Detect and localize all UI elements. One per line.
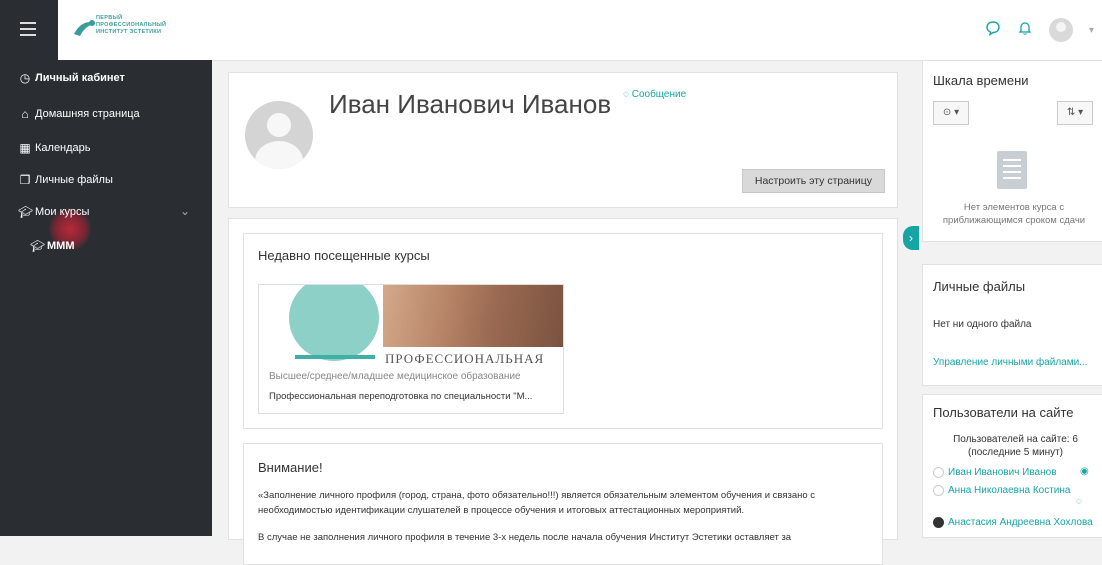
navbar-icons: ▾ (985, 18, 1094, 42)
sidebar-item-home[interactable]: ⌂ Домашняя страница (18, 104, 140, 124)
logo-line-3: ИНСТИТУТ ЭСТЕТИКИ (96, 29, 162, 35)
online-user-name: Иван Иванович Иванов (948, 467, 1057, 478)
bell-icon[interactable] (1017, 20, 1033, 41)
profile-name: Иван Иванович Иванов (329, 89, 612, 119)
attention-paragraph: В случае не заполнения личного профиля в… (258, 532, 792, 543)
timeline-sort-button[interactable]: ⇅ ▾ (1057, 101, 1093, 125)
course-category: Высшее/среднее/младшее медицинское образ… (269, 371, 521, 382)
sidebar-item-label: Личные файлы (35, 174, 113, 186)
no-files-text: Нет ни одного файла (933, 319, 1032, 330)
timeline-empty-text: Нет элементов курса с приближающимся сро… (942, 202, 1086, 226)
graduation-cap-icon: 🎓︎ (18, 205, 34, 219)
chat-icon[interactable]: ◌ (1076, 496, 1082, 507)
user-avatar (933, 467, 944, 478)
block-title: Шкала времени (933, 73, 1029, 88)
sidebar-item-label: Календарь (35, 142, 91, 154)
online-user-name: Анастасия Андреевна Хохлова (948, 517, 1093, 528)
online-user-name: Анна Николаевна Костина (948, 485, 1071, 496)
user-avatar (933, 485, 944, 496)
sidebar-item-dashboard[interactable]: ◷ Личный кабинет (18, 68, 125, 88)
sidebar-item-label: Личный кабинет (35, 72, 125, 84)
sidebar-item-calendar[interactable]: ▦ Календарь (18, 138, 91, 158)
sidebar-nav: ◷ Личный кабинет ⌂ Домашняя страница ▦ К… (0, 60, 212, 536)
online-user[interactable]: Иван Иванович Иванов (933, 467, 1057, 478)
customize-page-button[interactable]: Настроить эту страницу (741, 169, 885, 193)
user-avatar (933, 517, 944, 528)
files-icon: ❐ (19, 173, 31, 187)
manage-files-link[interactable]: Управление личными файлами... (933, 357, 1088, 368)
message-link-label: Сообщение (631, 89, 687, 100)
course-image: ПРОФЕССИОНАЛЬНАЯ (259, 285, 563, 366)
online-user[interactable]: Анастасия Андреевна Хохлова (933, 517, 1093, 528)
chat-icon[interactable] (985, 20, 1001, 41)
empty-list-icon (997, 151, 1027, 189)
course-image-bar (295, 355, 375, 359)
chevron-down-icon[interactable]: ⌄ (180, 204, 190, 218)
message-link[interactable]: ◌ Сообщение (623, 89, 686, 100)
online-user[interactable]: Анна Николаевна Костина (933, 485, 1070, 496)
course-name[interactable]: Профессиональная переподготовка по специ… (269, 391, 532, 402)
online-count-text: Пользователей на сайте: 6 (последние 5 м… (953, 434, 1078, 458)
main-content-region: Недавно посещенные курсы ПРОФЕССИОНАЛЬНА… (228, 218, 898, 565)
sidebar-item-course-mmm[interactable]: 🎓︎ МММ (30, 236, 75, 256)
block-title: Внимание! (258, 460, 323, 475)
private-files-block: Личные файлы Нет ни одного файла Управле… (922, 264, 1102, 386)
block-title: Личные файлы (933, 279, 1026, 294)
visibility-eye-icon[interactable]: ◉ (1080, 466, 1089, 477)
profile-header: Иван Иванович Иванов ◌ Сообщение Настрои… (228, 72, 898, 208)
dashboard-icon: ◷ (19, 71, 31, 85)
timeline-block: Шкала времени ⊙ ▾ ⇅ ▾ Нет элементов курс… (922, 60, 1102, 242)
calendar-icon: ▦ (19, 141, 31, 155)
logo-line-1: ПЕРВЫЙ (96, 15, 123, 21)
home-icon: ⌂ (21, 107, 29, 121)
sidebar-item-label: Домашняя страница (35, 108, 140, 120)
site-logo[interactable]: ПЕРВЫЙ ПРОФЕССИОНАЛЬНЫЙ ИНСТИТУТ ЭСТЕТИК… (72, 10, 202, 50)
navbar-drawer-area (0, 0, 58, 60)
course-card[interactable]: ПРОФЕССИОНАЛЬНАЯ Высшее/среднее/младшее … (258, 284, 564, 414)
logo-figure-icon (74, 20, 96, 36)
attention-block: Внимание! «Заполнение личного профиля (г… (243, 443, 883, 565)
attention-paragraph: «Заполнение личного профиля (город, стра… (258, 490, 816, 516)
user-avatar[interactable] (1048, 18, 1073, 42)
profile-avatar (245, 101, 313, 169)
logo-line-2: ПРОФЕССИОНАЛЬНЫЙ (96, 22, 167, 28)
drawer-toggle-chevron-icon[interactable]: › (903, 226, 919, 250)
sidebar-item-label: МММ (47, 240, 75, 252)
block-title: Недавно посещенные курсы (258, 248, 430, 263)
course-logo-shape (289, 285, 379, 361)
sidebar-item-label: Мои курсы (35, 206, 90, 218)
course-photo (383, 285, 563, 347)
top-navbar: ПЕРВЫЙ ПРОФЕССИОНАЛЬНЫЙ ИНСТИТУТ ЭСТЕТИК… (0, 0, 1102, 61)
block-title: Пользователи на сайте (933, 405, 1074, 420)
online-users-block: Пользователи на сайте Пользователей на с… (922, 394, 1102, 538)
timeline-filter-button[interactable]: ⊙ ▾ (933, 101, 969, 125)
sidebar-item-private-files[interactable]: ❐ Личные файлы (18, 170, 113, 190)
hamburger-menu-icon[interactable] (20, 22, 36, 36)
course-image-text: ПРОФЕССИОНАЛЬНАЯ (385, 351, 545, 366)
logo-text: ПЕРВЫЙ ПРОФЕССИОНАЛЬНЫЙ ИНСТИТУТ ЭСТЕТИК… (96, 15, 166, 36)
recent-courses-block: Недавно посещенные курсы ПРОФЕССИОНАЛЬНА… (243, 233, 883, 429)
chat-icon: ◌ (623, 89, 629, 100)
graduation-cap-icon: 🎓︎ (30, 239, 46, 253)
user-menu-chevron-icon[interactable]: ▾ (1089, 25, 1094, 36)
sidebar-item-my-courses[interactable]: 🎓︎ Мои курсы (18, 202, 89, 222)
